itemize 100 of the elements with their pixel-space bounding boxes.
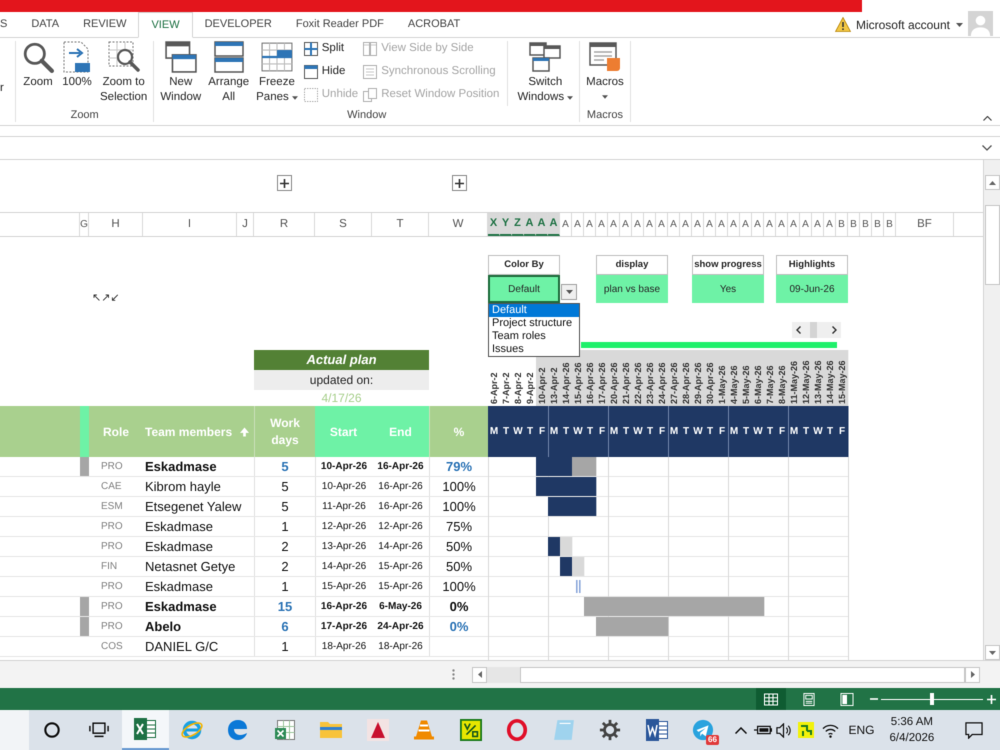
collapse-ribbon-button[interactable] bbox=[983, 116, 992, 121]
dropdown-option[interactable]: Default bbox=[489, 304, 579, 317]
timeline-cell bbox=[572, 557, 584, 576]
column-header[interactable]: A bbox=[596, 213, 608, 236]
column-header[interactable]: A bbox=[704, 213, 716, 236]
column-header[interactable]: A bbox=[776, 213, 788, 236]
column-header[interactable]: A bbox=[584, 213, 596, 236]
ribbon-button[interactable]: 100% bbox=[58, 41, 96, 107]
column-header[interactable]: T bbox=[372, 213, 429, 236]
scroll-right-button[interactable] bbox=[965, 666, 980, 682]
column-header[interactable]: A bbox=[560, 213, 572, 236]
column-header[interactable]: X bbox=[488, 213, 500, 236]
ribbon-button[interactable]: r bbox=[0, 80, 4, 96]
ribbon-tab[interactable]: Foxit Reader PDF bbox=[284, 11, 396, 37]
column-header[interactable]: B bbox=[848, 213, 860, 236]
dropdown-field[interactable]: Yes bbox=[692, 275, 764, 303]
scrollbar-thumb[interactable] bbox=[520, 666, 965, 682]
ribbon-tab[interactable]: DEVELOPER bbox=[192, 11, 284, 37]
column-header[interactable]: Z bbox=[512, 213, 524, 236]
column-header[interactable]: BF bbox=[896, 213, 954, 236]
view-button[interactable] bbox=[756, 688, 786, 710]
column-header[interactable]: A bbox=[548, 213, 560, 236]
scrollbar-thumb[interactable] bbox=[810, 322, 817, 338]
clock-button[interactable]: 5:36 AM 6/4/2026 bbox=[886, 710, 938, 750]
scroll-up-button[interactable] bbox=[984, 175, 1000, 190]
column-header[interactable]: G bbox=[80, 213, 89, 236]
column-header[interactable]: H bbox=[89, 213, 143, 236]
ribbon-button[interactable]: Arrange All bbox=[205, 41, 252, 107]
ribbon-tab[interactable]: ACROBAT bbox=[396, 11, 472, 37]
ribbon-button[interactable]: Zoom to Selection bbox=[97, 41, 150, 107]
column-header[interactable]: A bbox=[536, 213, 548, 236]
column-header[interactable]: A bbox=[680, 213, 692, 236]
column-header[interactable]: B bbox=[872, 213, 884, 236]
column-header[interactable]: A bbox=[632, 213, 644, 236]
column-header[interactable]: A bbox=[740, 213, 752, 236]
column-header[interactable]: A bbox=[572, 213, 584, 236]
column-header[interactable]: A bbox=[752, 213, 764, 236]
scroll-down-button[interactable] bbox=[984, 645, 1000, 660]
wifi-icon bbox=[822, 722, 839, 738]
dropdown-field[interactable]: plan vs base bbox=[596, 275, 668, 303]
formula-field[interactable] bbox=[0, 136, 1000, 160]
column-header[interactable]: A bbox=[716, 213, 728, 236]
chat-bubble-icon bbox=[965, 722, 983, 738]
ribbon-button[interactable]: Hide bbox=[304, 60, 358, 83]
offset-windows-icon bbox=[363, 88, 378, 102]
taskbar-button[interactable]: 66 bbox=[680, 710, 726, 750]
date-label: 7-May-26 bbox=[765, 365, 775, 404]
minus-icon bbox=[870, 698, 878, 700]
ribbon-button[interactable]: New Window bbox=[157, 41, 204, 107]
dropdown-field[interactable]: Default bbox=[488, 275, 560, 303]
dropdown-button[interactable] bbox=[561, 284, 577, 300]
ribbon-button[interactable]: Split bbox=[304, 37, 358, 60]
language-button[interactable]: ENG bbox=[844, 710, 880, 750]
table-cell: 17-Apr-26 bbox=[315, 617, 372, 636]
ribbon-tab[interactable]: S bbox=[0, 11, 20, 37]
column-header[interactable]: I bbox=[143, 213, 237, 236]
column-header[interactable]: A bbox=[788, 213, 800, 236]
outline-expand-button[interactable] bbox=[452, 175, 467, 191]
column-header[interactable]: A bbox=[728, 213, 740, 236]
ribbon-button[interactable]: Zoom bbox=[19, 41, 57, 107]
column-header[interactable]: A bbox=[668, 213, 680, 236]
column-header[interactable]: Y bbox=[500, 213, 512, 236]
ribbon-tab[interactable]: REVIEW bbox=[71, 11, 138, 37]
ribbon-button[interactable]: Macros bbox=[583, 41, 627, 107]
account-button[interactable]: Microsoft account bbox=[856, 16, 963, 34]
column-header[interactable]: B bbox=[860, 213, 872, 236]
dropdown-option[interactable]: Project structure bbox=[489, 317, 579, 330]
outline-expand-button[interactable] bbox=[277, 175, 292, 191]
scrollbar-thumb[interactable] bbox=[984, 205, 1000, 285]
column-header[interactable]: A bbox=[620, 213, 632, 236]
column-header[interactable]: A bbox=[764, 213, 776, 236]
column-header[interactable]: B bbox=[884, 213, 896, 236]
column-header[interactable]: A bbox=[644, 213, 656, 236]
column-header[interactable]: J bbox=[237, 213, 254, 236]
dropdown-field[interactable]: 09-Jun-26 bbox=[776, 275, 848, 303]
dropdown-option[interactable]: Team roles bbox=[489, 330, 579, 343]
zoom-in-button[interactable] bbox=[986, 693, 996, 705]
column-header[interactable]: A bbox=[524, 213, 536, 236]
timeline-cell bbox=[596, 617, 608, 636]
zoom-slider[interactable] bbox=[881, 693, 983, 705]
column-header[interactable]: A bbox=[812, 213, 824, 236]
column-header[interactable]: A bbox=[800, 213, 812, 236]
ribbon-button[interactable]: Freeze Panes bbox=[253, 41, 301, 107]
column-header[interactable]: R bbox=[254, 213, 315, 236]
ribbon-button[interactable]: Switch Windows bbox=[514, 41, 576, 107]
column-header[interactable]: A bbox=[824, 213, 836, 236]
column-header[interactable]: B bbox=[836, 213, 848, 236]
ribbon-tab[interactable]: DATA bbox=[19, 11, 72, 37]
day-letter: T bbox=[562, 426, 570, 437]
timeline-scrollbar[interactable] bbox=[792, 322, 841, 338]
ribbon-tab[interactable]: VIEW bbox=[138, 12, 193, 38]
date-label: 24-Apr-26 bbox=[657, 362, 667, 404]
slider-thumb[interactable] bbox=[930, 693, 934, 705]
app-tile-icon bbox=[798, 722, 814, 738]
column-header[interactable]: A bbox=[608, 213, 620, 236]
column-header[interactable]: A bbox=[656, 213, 668, 236]
column-header[interactable]: S bbox=[315, 213, 372, 236]
dropdown-option[interactable]: Issues bbox=[489, 343, 579, 356]
column-header[interactable]: A bbox=[692, 213, 704, 236]
scroll-left-button[interactable] bbox=[472, 666, 487, 682]
